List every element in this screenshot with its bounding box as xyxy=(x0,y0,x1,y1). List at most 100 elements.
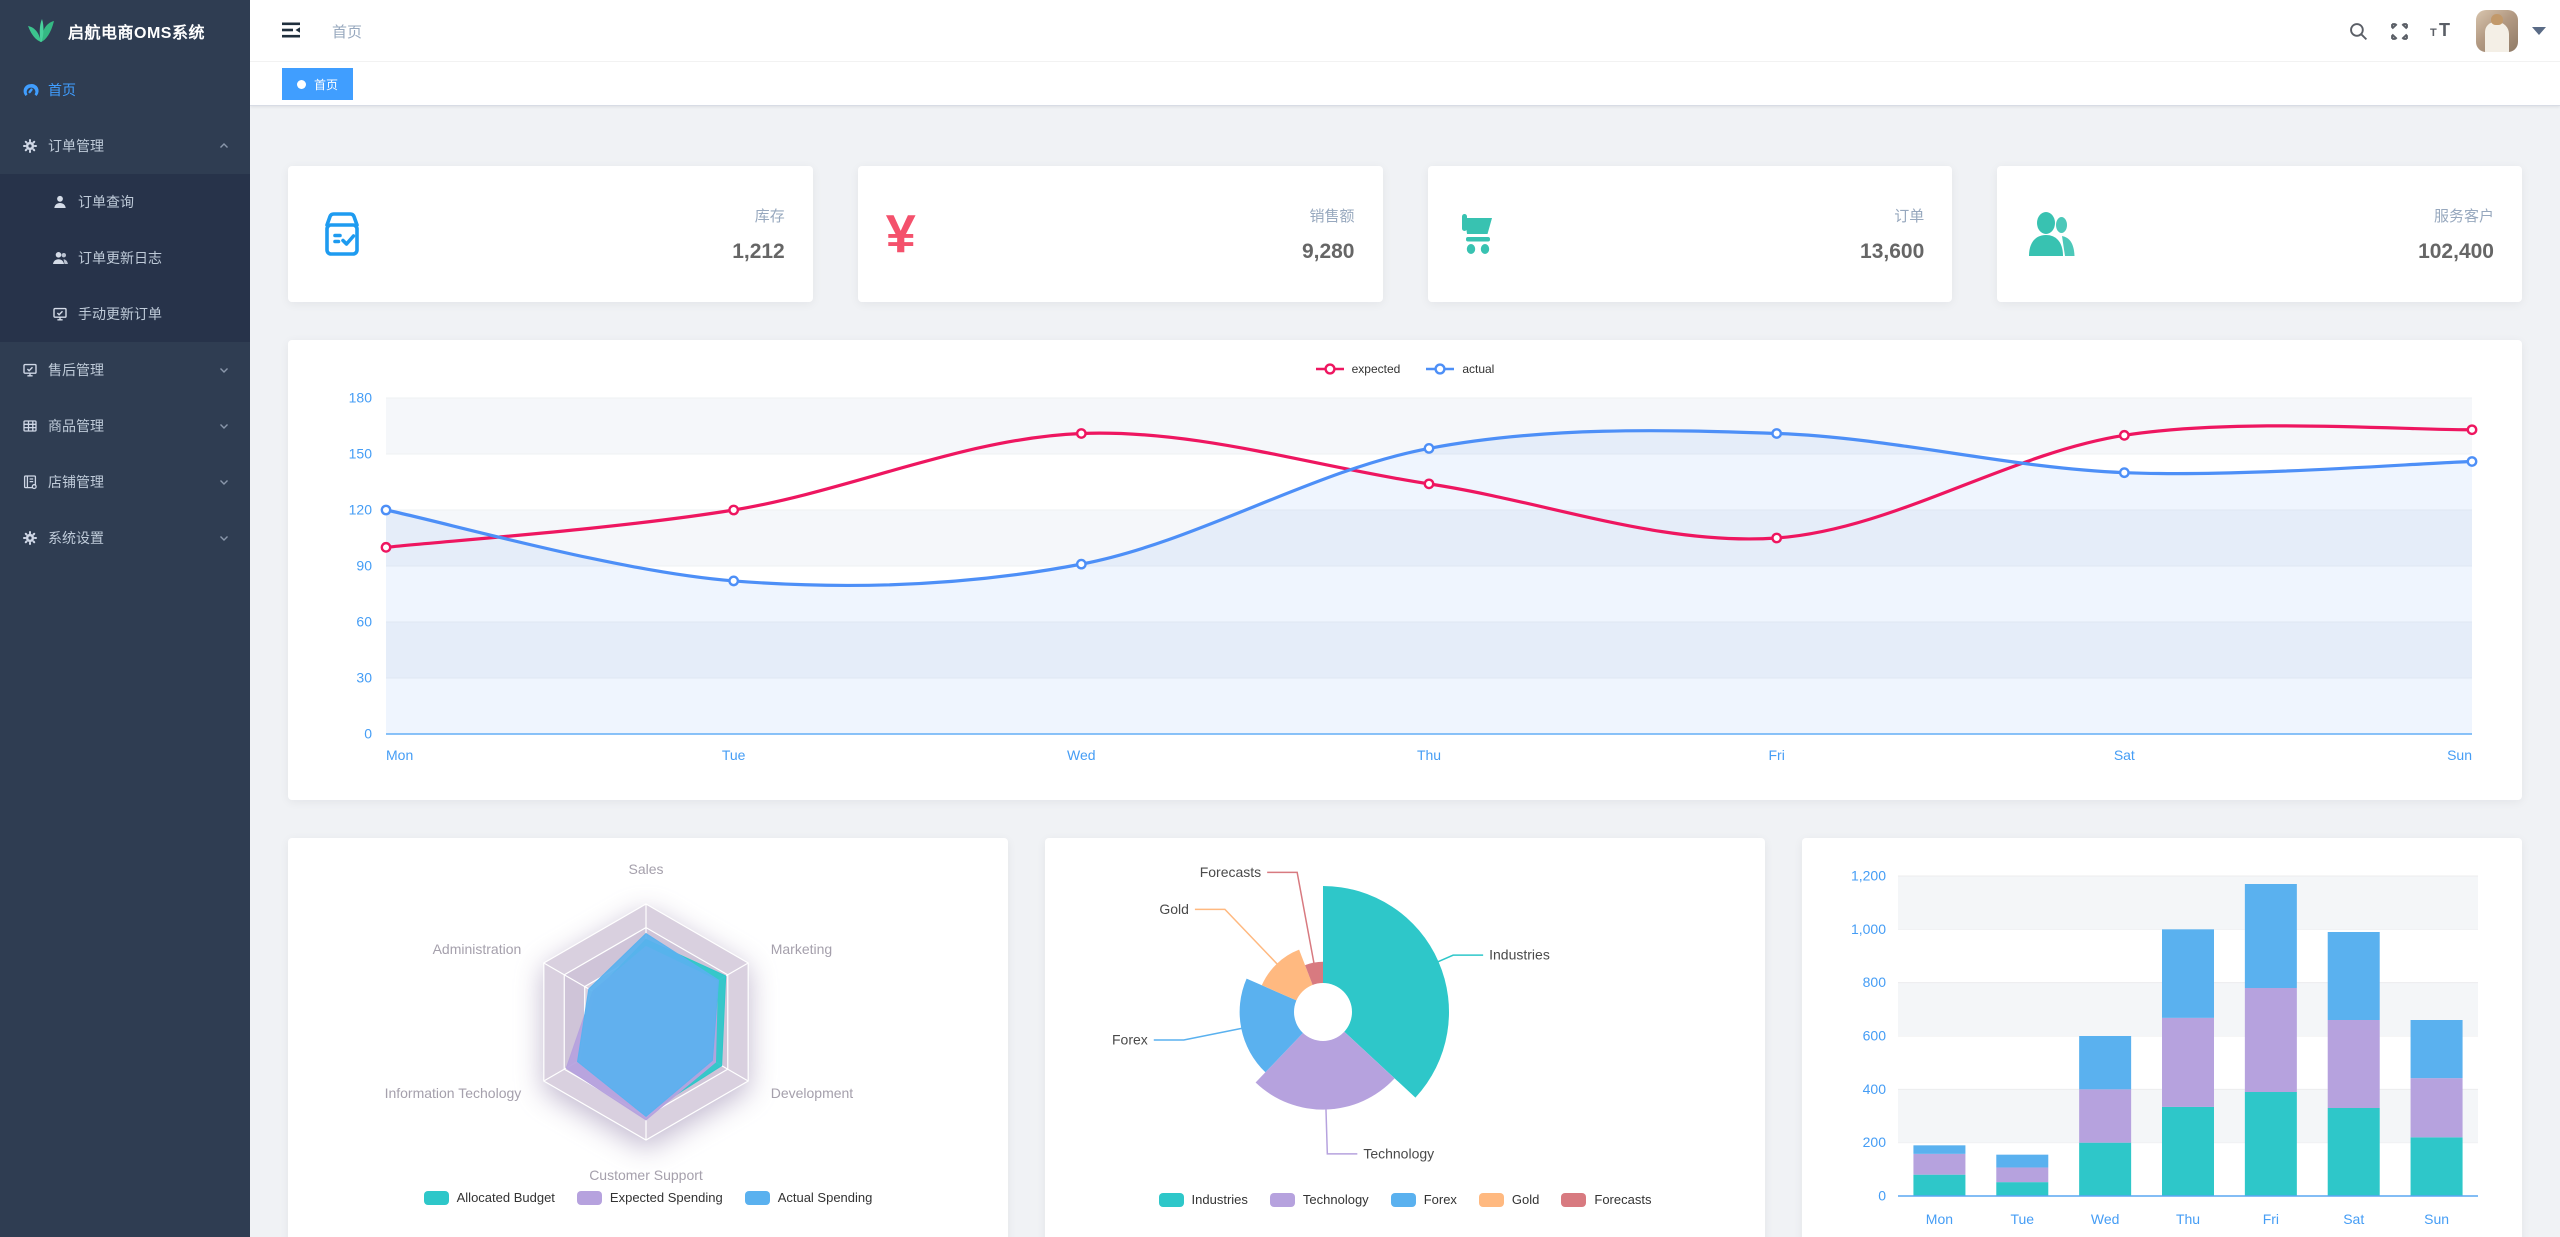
legend-item[interactable]: Technology xyxy=(1270,1192,1369,1207)
svg-text:Gold: Gold xyxy=(1159,901,1189,917)
sidebar-submenu-order: 订单查询 订单更新日志 手动更新订单 xyxy=(0,174,250,342)
stat-card-sales[interactable]: ¥ 销售额 9,280 xyxy=(858,166,1383,302)
legend-item[interactable]: Forecasts xyxy=(1561,1192,1651,1207)
ledger-icon xyxy=(22,474,48,490)
sidebar-item-home[interactable]: 首页 xyxy=(0,62,250,118)
legend-item[interactable]: Allocated Budget xyxy=(424,1190,555,1205)
legend-item[interactable]: actual xyxy=(1426,362,1494,376)
svg-text:Forecasts: Forecasts xyxy=(1200,864,1261,880)
active-tab-dot xyxy=(297,80,306,89)
svg-text:Sun: Sun xyxy=(2447,747,2472,763)
stat-card-customers[interactable]: 服务客户 102,400 xyxy=(1997,166,2522,302)
stat-card-orders[interactable]: 订单 13,600 xyxy=(1428,166,1953,302)
sidebar-item-order-update-log[interactable]: 订单更新日志 xyxy=(0,230,250,286)
caret-down-icon[interactable] xyxy=(2532,27,2546,35)
svg-text:T: T xyxy=(2430,27,2437,39)
svg-text:1,000: 1,000 xyxy=(1851,921,1886,937)
svg-text:Thu: Thu xyxy=(1417,747,1441,763)
svg-text:0: 0 xyxy=(364,726,372,742)
search-icon[interactable] xyxy=(2348,21,2369,42)
svg-text:800: 800 xyxy=(1863,974,1887,990)
sidebar-item-label: 订单管理 xyxy=(48,136,104,156)
legend-item[interactable]: Forex xyxy=(1391,1192,1457,1207)
sidebar-item-order-query[interactable]: 订单查询 xyxy=(0,174,250,230)
sidebar-item-label: 系统设置 xyxy=(48,528,104,548)
bottom-charts-row: SalesMarketingDevelopmentCustomer Suppor… xyxy=(288,838,2522,1237)
app-logo[interactable]: 启航电商OMS系统 xyxy=(0,0,250,62)
font-size-icon[interactable]: T T xyxy=(2430,20,2456,42)
sidebar-item-manual-order-update[interactable]: 手动更新订单 xyxy=(0,286,250,342)
bar-chart-canvas: MonTueWedThuFriSatSun02004006008001,0001… xyxy=(1812,850,2512,1237)
stats-row: 库存 1,212 ¥ 销售额 9,280 xyxy=(288,166,2522,302)
sidebar-item-products[interactable]: 商品管理 xyxy=(0,398,250,454)
legend-item[interactable]: expected xyxy=(1316,362,1401,376)
tab-home[interactable]: 首页 xyxy=(282,68,353,100)
svg-text:Mon: Mon xyxy=(1926,1211,1953,1227)
svg-text:Thu: Thu xyxy=(2176,1211,2200,1227)
dashboard-icon xyxy=(22,82,48,99)
sidebar: 启航电商OMS系统 首页 xyxy=(0,0,250,1237)
fullscreen-icon[interactable] xyxy=(2389,21,2410,42)
grid-icon xyxy=(22,418,48,434)
svg-text:Technology: Technology xyxy=(1363,1145,1434,1161)
pie-chart-legend: Industries Technology Forex Gold Forecasts xyxy=(1055,1192,1755,1207)
legend-item[interactable]: Gold xyxy=(1479,1192,1539,1207)
svg-text:150: 150 xyxy=(349,446,373,462)
svg-text:Wed: Wed xyxy=(2091,1211,2120,1227)
svg-text:60: 60 xyxy=(356,614,372,630)
chevron-down-icon xyxy=(218,420,230,432)
svg-text:Marketing: Marketing xyxy=(771,941,832,957)
sidebar-item-shops[interactable]: 店铺管理 xyxy=(0,454,250,510)
sidebar-item-label: 手动更新订单 xyxy=(78,304,162,324)
svg-text:Mon: Mon xyxy=(386,747,413,763)
sidebar-item-label: 首页 xyxy=(48,80,76,100)
stat-card-inventory[interactable]: 库存 1,212 xyxy=(288,166,813,302)
svg-text:Information Techology: Information Techology xyxy=(385,1085,522,1101)
stat-label: 销售额 xyxy=(1302,205,1355,226)
svg-text:30: 30 xyxy=(356,670,372,686)
hamburger-icon[interactable] xyxy=(280,19,302,41)
legend-item[interactable]: Actual Spending xyxy=(745,1190,873,1205)
gear-icon xyxy=(22,138,48,154)
cart-icon xyxy=(1456,208,1526,260)
svg-text:600: 600 xyxy=(1863,1028,1887,1044)
pie-chart-canvas: IndustriesTechnologyForexGoldForecasts xyxy=(1055,850,1755,1190)
svg-text:Fri: Fri xyxy=(1769,747,1785,763)
users-icon xyxy=(52,250,78,266)
gear-icon xyxy=(22,530,48,546)
sidebar-item-label: 商品管理 xyxy=(48,416,104,436)
svg-text:Sat: Sat xyxy=(2343,1211,2364,1227)
radar-chart-canvas: SalesMarketingDevelopmentCustomer Suppor… xyxy=(298,850,998,1188)
svg-text:180: 180 xyxy=(349,390,373,406)
chevron-down-icon xyxy=(218,364,230,376)
radar-chart-legend: Allocated Budget Expected Spending Actual … xyxy=(298,1190,998,1205)
stat-label: 订单 xyxy=(1860,205,1924,226)
bar-chart-card: MonTueWedThuFriSatSun02004006008001,0001… xyxy=(1802,838,2522,1237)
svg-text:120: 120 xyxy=(349,502,373,518)
legend-item[interactable]: Industries xyxy=(1159,1192,1248,1207)
svg-text:Fri: Fri xyxy=(2263,1211,2279,1227)
svg-text:T: T xyxy=(2439,20,2450,40)
pie-chart-card: Industries Technology Forex Gold Forecasts I… xyxy=(1045,838,1765,1237)
line-chart-canvas: 0306090120150180MonTueWedThuFriSatSun xyxy=(308,386,2502,778)
sidebar-item-aftersales[interactable]: 售后管理 xyxy=(0,342,250,398)
svg-text:Customer Support: Customer Support xyxy=(589,1167,703,1183)
header-actions: T T xyxy=(2348,0,2546,62)
user-icon xyxy=(52,194,78,210)
stat-value: 9,280 xyxy=(1302,240,1355,264)
svg-text:Industries: Industries xyxy=(1489,947,1550,963)
avatar[interactable] xyxy=(2476,10,2518,52)
sidebar-item-label: 店铺管理 xyxy=(48,472,104,492)
chevron-down-icon xyxy=(218,532,230,544)
svg-text:Wed: Wed xyxy=(1067,747,1096,763)
chevron-up-icon xyxy=(218,140,230,152)
stat-value: 1,212 xyxy=(732,240,785,264)
legend-item[interactable]: Expected Spending xyxy=(577,1190,723,1205)
sidebar-item-order-management[interactable]: 订单管理 xyxy=(0,118,250,174)
yen-icon: ¥ xyxy=(886,207,956,261)
app-title: 启航电商OMS系统 xyxy=(68,19,205,43)
sidebar-item-settings[interactable]: 系统设置 xyxy=(0,510,250,566)
stat-label: 库存 xyxy=(732,205,785,226)
svg-text:Tue: Tue xyxy=(2010,1211,2034,1227)
svg-text:1,200: 1,200 xyxy=(1851,868,1886,884)
